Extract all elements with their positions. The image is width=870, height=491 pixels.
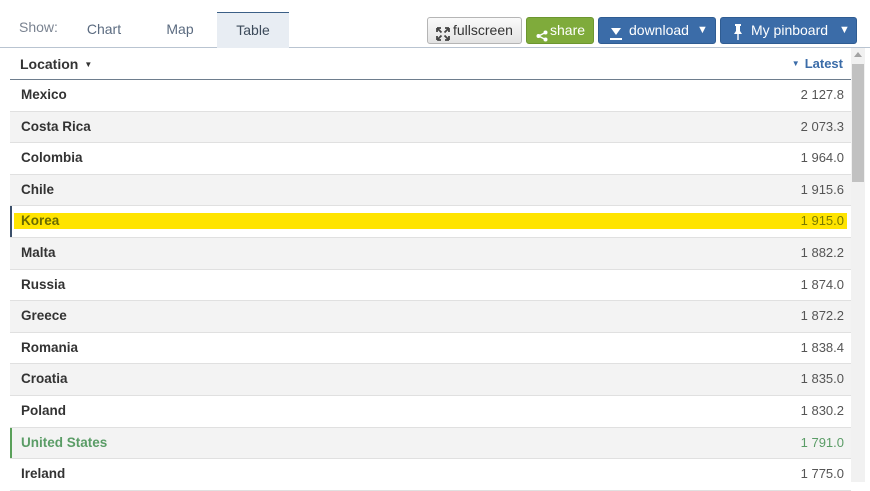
expand-icon	[436, 24, 450, 49]
pin-icon	[733, 23, 743, 48]
table-row-highlighted[interactable]: Korea 1 915.0	[10, 206, 851, 238]
row-location: Costa Rica	[21, 118, 91, 134]
download-icon	[610, 24, 622, 49]
table-row[interactable]: Romania 1 838.4	[10, 333, 851, 365]
tab-chart[interactable]: Chart	[72, 12, 136, 47]
row-location: Mexico	[21, 87, 67, 102]
download-button[interactable]: download ▼	[598, 17, 716, 44]
toolbar: Show: Chart Map Table fullscreen share d…	[0, 0, 870, 48]
row-location: Poland	[21, 402, 67, 418]
row-location: Ireland	[21, 466, 66, 482]
row-location: Romania	[21, 339, 79, 355]
share-button[interactable]: share	[526, 17, 594, 44]
table-row[interactable]: Ireland 1 775.0	[10, 459, 851, 491]
pinboard-label: My pinboard	[751, 22, 829, 38]
tab-map[interactable]: Map	[148, 12, 212, 47]
pinboard-button[interactable]: My pinboard ▼	[720, 17, 857, 44]
row-value: 1 882.2	[800, 244, 844, 260]
row-location: Korea	[21, 213, 60, 229]
row-value: 1 915.6	[800, 181, 844, 197]
share-label: share	[550, 22, 586, 38]
row-location: Croatia	[21, 371, 68, 387]
caret-down-icon: ▼	[697, 24, 708, 36]
location-column-header[interactable]: Location ▼	[20, 56, 92, 72]
sort-down-icon: ▼	[791, 59, 800, 68]
table-row-highlighted[interactable]: United States 1 791.0	[10, 427, 851, 460]
table-row[interactable]: Chile 1 915.6	[10, 174, 851, 207]
row-value: 1 872.2	[800, 308, 844, 324]
table-row[interactable]: Poland 1 830.2	[10, 396, 851, 428]
location-header-label: Location	[20, 56, 79, 72]
fullscreen-label: fullscreen	[453, 22, 513, 38]
latest-column-header[interactable]: ▼ Latest	[792, 56, 843, 71]
row-value: 1 964.0	[800, 150, 844, 166]
row-value: 1 874.0	[800, 276, 844, 292]
row-value: 1 791.0	[800, 434, 844, 450]
tab-table[interactable]: Table	[217, 12, 289, 48]
highlight-bar	[14, 213, 847, 230]
row-location: Greece	[21, 308, 67, 324]
row-location: Russia	[21, 276, 66, 292]
share-icon	[536, 25, 548, 50]
row-value: 2 073.3	[800, 118, 844, 134]
row-value: 1 775.0	[800, 466, 844, 482]
row-value: 1 838.4	[800, 339, 844, 355]
table-row[interactable]: Croatia 1 835.0	[10, 364, 851, 396]
table-header: Location ▼ ▼ Latest	[10, 48, 851, 80]
row-value: 1 915.0	[800, 213, 844, 229]
latest-header-label: Latest	[804, 56, 843, 71]
show-label: Show:	[19, 19, 58, 35]
row-value: 1 835.0	[800, 371, 844, 387]
row-location: Chile	[21, 181, 55, 197]
table-row[interactable]: Greece 1 872.2	[10, 301, 851, 333]
table-row[interactable]: Mexico 2 127.8	[10, 80, 851, 112]
caret-down-icon: ▼	[839, 24, 850, 36]
fullscreen-button[interactable]: fullscreen	[427, 17, 522, 44]
row-value: 2 127.8	[800, 87, 844, 102]
row-location: Colombia	[21, 150, 83, 166]
download-label: download	[629, 22, 689, 38]
sort-down-icon: ▼	[84, 60, 93, 69]
table-row[interactable]: Costa Rica 2 073.3	[10, 111, 851, 144]
table-row[interactable]: Malta 1 882.2	[10, 237, 851, 270]
row-location: United States	[21, 434, 108, 450]
vertical-scrollbar[interactable]	[851, 48, 865, 482]
scroll-up-arrow-icon[interactable]	[854, 52, 862, 57]
table-row[interactable]: Colombia 1 964.0	[10, 143, 851, 175]
row-value: 1 830.2	[800, 402, 844, 418]
table-row[interactable]: Russia 1 874.0	[10, 270, 851, 302]
row-location: Malta	[21, 244, 56, 260]
scrollbar-thumb[interactable]	[852, 64, 864, 182]
table-body: Mexico 2 127.8 Costa Rica 2 073.3 Colombia…	[10, 80, 851, 491]
